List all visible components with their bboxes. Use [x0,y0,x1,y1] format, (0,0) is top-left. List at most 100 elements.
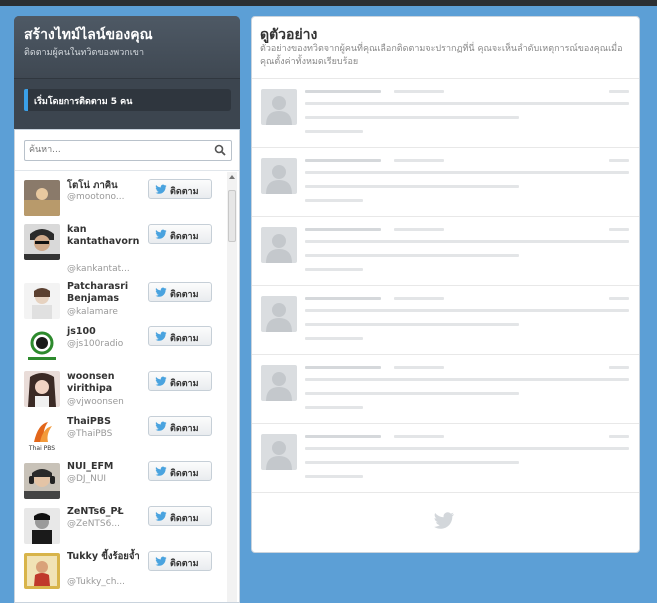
placeholder-line [609,435,629,438]
user-name[interactable]: js100 [67,326,147,338]
placeholder-line [305,378,629,381]
follow-button[interactable]: ติดตาม [148,416,212,436]
user-name[interactable]: โตโน่ ภาคิน [67,180,147,192]
placeholder-line [609,228,629,231]
follow-label: ติดตาม [170,469,199,479]
placeholder-avatar [261,89,297,125]
bird-icon [155,511,167,521]
avatar[interactable] [24,371,60,407]
placeholder-line [305,392,519,395]
follow-button[interactable]: ติดตาม [148,179,212,199]
user-name[interactable]: kan kantathavorn [67,224,147,248]
user-handle: @ZeNTS6... [67,519,120,529]
avatar[interactable] [24,553,60,589]
user-handle: @kankantat... [67,264,130,274]
page-subtitle: ติดตามผู้คนในทวิตของพวกเขา [24,48,145,58]
scroll-thumb[interactable] [228,190,236,242]
follow-button[interactable]: ติดตาม [148,282,212,302]
follow-button[interactable]: ติดตาม [148,326,212,346]
placeholder-line [305,447,629,450]
user-handle: @Tukky_ch... [67,577,125,587]
follow-button[interactable]: ติดตาม [148,371,212,391]
bird-icon [155,229,167,239]
header-band: สร้างไทม์ไลน์ของคุณ ติดตามผู้คนในทวิตของ… [14,16,240,79]
bird-icon [155,421,167,431]
placeholder-avatar [261,296,297,332]
placeholder-tweet [252,424,639,493]
placeholder-line [305,130,363,133]
placeholder-avatar [261,227,297,263]
avatar[interactable] [24,180,60,216]
placeholder-line [609,366,629,369]
avatar[interactable] [24,463,60,499]
follow-progress: เริ่มโดยการติดตาม 5 คน [24,89,231,111]
user-name[interactable]: NUI_EFM [67,461,147,473]
onboarding-header: สร้างไทม์ไลน์ของคุณ ติดตามผู้คนในทวิตของ… [14,16,240,129]
placeholder-line [394,297,444,300]
scroll-up-arrow[interactable] [229,175,235,179]
placeholder-line [609,159,629,162]
timeline-preview: ดูตัวอย่าง ตัวอย่างของทวิตจากผู้คนที่คุณ… [251,16,640,553]
user-handle: @kalamare [67,307,118,317]
svg-text:Thai PBS: Thai PBS [28,445,55,452]
divider [15,170,239,171]
user-handle: @DJ_NUI [67,474,107,484]
search-input[interactable] [29,143,209,157]
progress-accent [24,89,28,111]
placeholder-avatar [261,158,297,194]
bird-icon [155,184,167,194]
follow-label: ติดตาม [170,334,199,344]
user-handle: @mootono... [67,192,125,202]
follow-label: ติดตาม [170,379,199,389]
placeholder-line [305,102,629,105]
user-handle: @vjwoonsen [67,397,124,407]
user-name[interactable]: woonsen virithipa [67,371,147,395]
placeholder-line [305,228,381,231]
user-name[interactable]: Patcharasri Benjamas [67,281,147,305]
placeholder-tweet [252,148,639,217]
placeholder-line [305,406,363,409]
placeholder-line [394,159,444,162]
placeholder-line [305,116,519,119]
preview-description: ตัวอย่างของทวิตจากผู้คนที่คุณเลือกติดตาม… [260,44,623,67]
user-handle: @js100radio [67,339,124,349]
avatar[interactable] [24,328,60,364]
bird-icon [155,466,167,476]
scrollbar[interactable] [227,172,237,602]
placeholder-line [305,323,519,326]
placeholder-line [305,268,363,271]
placeholder-line [305,309,629,312]
placeholder-line [305,159,381,162]
follow-label: ติดตาม [170,290,199,300]
page-title: สร้างไทม์ไลน์ของคุณ [24,27,153,43]
placeholder-tweet [252,79,639,148]
follow-button[interactable]: ติดตาม [148,551,212,571]
follow-button[interactable]: ติดตาม [148,461,212,481]
placeholder-line [305,366,381,369]
placeholder-line [394,90,444,93]
search-box[interactable] [24,140,232,161]
placeholder-avatar [261,365,297,401]
follow-label: ติดตาม [170,187,199,197]
user-handle: @ThaiPBS [67,429,113,439]
placeholder-line [305,337,363,340]
user-name[interactable]: ThaiPBS [67,416,147,428]
placeholder-line [305,90,381,93]
placeholder-avatar [261,434,297,470]
user-name[interactable]: ZeNTs6_PŁ [67,506,147,518]
avatar[interactable] [24,508,60,544]
placeholder-line [305,461,519,464]
placeholder-line [305,254,519,257]
placeholder-line [609,90,629,93]
bird-icon [155,331,167,341]
search-icon[interactable] [214,144,226,156]
follow-button[interactable]: ติดตาม [148,224,212,244]
bird-icon [155,287,167,297]
suggestions-panel: โตโน่ ภาคิน @mootono... ติดตาม kan kanta… [14,129,240,603]
avatar[interactable]: Thai PBS [24,418,60,454]
follow-button[interactable]: ติดตาม [148,506,212,526]
user-name[interactable]: Tukky ขี้งร้อยจ้ำ [67,551,147,563]
progress-label: เริ่มโดยการติดตาม 5 คน [34,97,133,107]
avatar[interactable] [24,283,60,319]
avatar[interactable] [24,224,60,260]
